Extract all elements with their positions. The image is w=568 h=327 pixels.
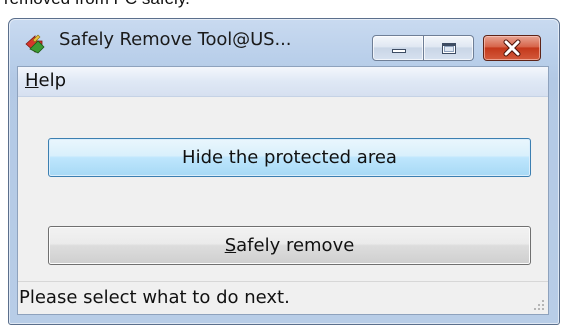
- close-button[interactable]: [483, 35, 541, 61]
- title-bar[interactable]: Safely Remove Tool@US...: [9, 19, 559, 66]
- menu-help-mnemonic: H: [25, 70, 39, 91]
- close-icon: [503, 39, 521, 57]
- maximize-icon: [442, 43, 456, 54]
- status-bar: Please select what to do next.: [18, 281, 548, 314]
- safely-remove-button[interactable]: Safely remove: [48, 226, 531, 265]
- status-text: Please select what to do next.: [19, 287, 290, 308]
- client-area: Help Hide the protected area Safely remo…: [17, 66, 549, 315]
- hide-protected-area-button[interactable]: Hide the protected area: [48, 138, 531, 177]
- safely-remove-mnemonic: S: [224, 235, 237, 256]
- safely-remove-label: afely remove: [236, 235, 355, 256]
- minimize-button[interactable]: [372, 35, 424, 61]
- app-window: Safely Remove Tool@US... Help Hide the p…: [8, 18, 560, 325]
- minimize-icon: [392, 49, 406, 53]
- window-title: Safely Remove Tool@US...: [59, 29, 292, 50]
- background-text: removed from PC safely.: [4, 0, 190, 9]
- menu-help[interactable]: Help: [23, 70, 68, 91]
- maximize-button[interactable]: [424, 35, 474, 61]
- app-arrows-icon: [25, 34, 45, 54]
- menu-help-label: elp: [38, 70, 67, 91]
- menu-bar: Help: [18, 67, 548, 97]
- resize-grip-icon[interactable]: [533, 299, 545, 311]
